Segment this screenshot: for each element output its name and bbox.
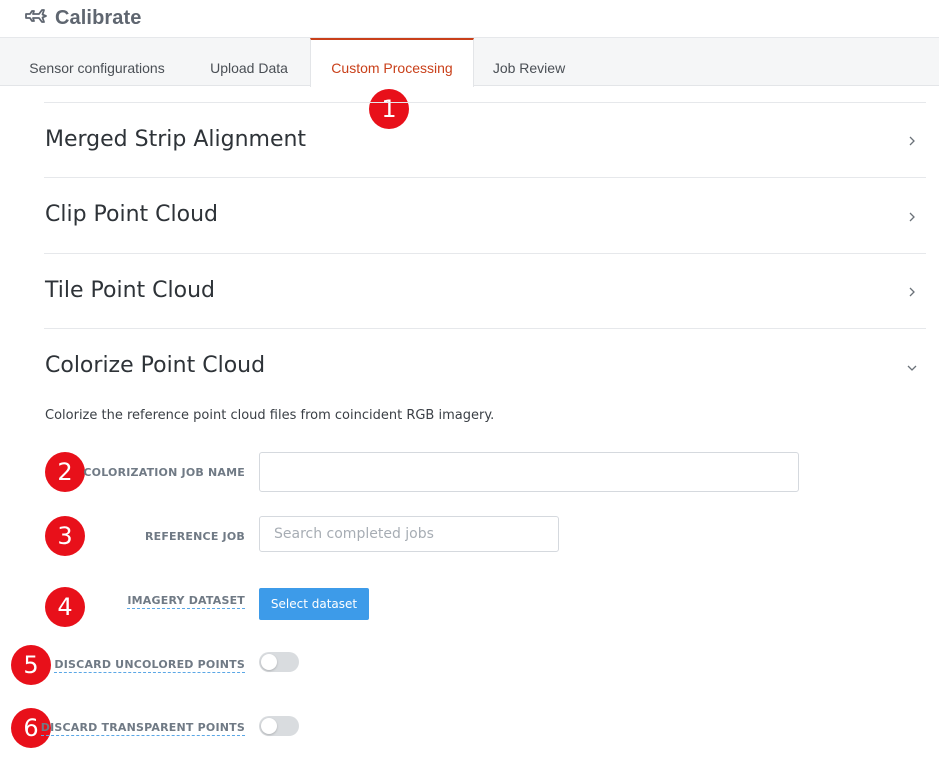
app-header: Calibrate — [0, 0, 939, 38]
toggle-knob — [261, 718, 277, 734]
reference-job-search-input[interactable] — [259, 516, 559, 552]
step-marker-4: 4 — [45, 587, 85, 627]
step-marker-3: 3 — [45, 516, 85, 556]
toggle-knob — [261, 654, 277, 670]
tab-bar: Sensor configurations Upload Data Custom… — [0, 38, 939, 87]
imagery-dataset-label[interactable]: IMAGERY DATASET — [127, 594, 245, 609]
discard-transparent-points-label[interactable]: DISCARD TRANSPARENT POINTS — [40, 721, 245, 736]
step-marker-5: 5 — [11, 645, 51, 685]
tab-custom-processing[interactable]: Custom Processing — [310, 38, 474, 87]
colorize-description: Colorize the reference point cloud files… — [45, 408, 495, 423]
section-colorize-point-cloud[interactable]: Colorize Point Cloud — [44, 328, 926, 403]
discard-uncolored-points-toggle[interactable] — [259, 652, 299, 672]
section-title: Colorize Point Cloud — [45, 353, 266, 378]
section-clip-point-cloud[interactable]: Clip Point Cloud — [44, 177, 926, 253]
section-title: Merged Strip Alignment — [45, 127, 307, 152]
tab-sensor-configurations[interactable]: Sensor configurations — [14, 38, 180, 86]
colorization-job-name-input[interactable] — [259, 452, 799, 492]
chevron-down-icon — [906, 361, 918, 373]
reference-job-label: REFERENCE JOB — [144, 530, 245, 543]
colorization-job-name-label: COLORIZATION JOB NAME — [83, 466, 245, 479]
section-title: Tile Point Cloud — [45, 278, 215, 303]
app-title: Calibrate — [55, 7, 142, 29]
section-tile-point-cloud[interactable]: Tile Point Cloud — [44, 253, 926, 329]
airplane-icon — [24, 4, 48, 33]
section-merged-strip-alignment[interactable]: Merged Strip Alignment — [44, 102, 926, 178]
chevron-right-icon — [906, 285, 918, 297]
discard-uncolored-points-label[interactable]: DISCARD UNCOLORED POINTS — [54, 658, 245, 673]
tab-job-review[interactable]: Job Review — [482, 38, 576, 86]
tab-upload-data[interactable]: Upload Data — [196, 38, 302, 86]
discard-transparent-points-toggle[interactable] — [259, 716, 299, 736]
chevron-right-icon — [906, 210, 918, 222]
step-marker-2: 2 — [45, 452, 85, 492]
app-logo[interactable]: Calibrate — [24, 4, 142, 33]
select-dataset-button[interactable]: Select dataset — [259, 588, 369, 620]
chevron-right-icon — [906, 134, 918, 146]
section-title: Clip Point Cloud — [45, 202, 219, 227]
